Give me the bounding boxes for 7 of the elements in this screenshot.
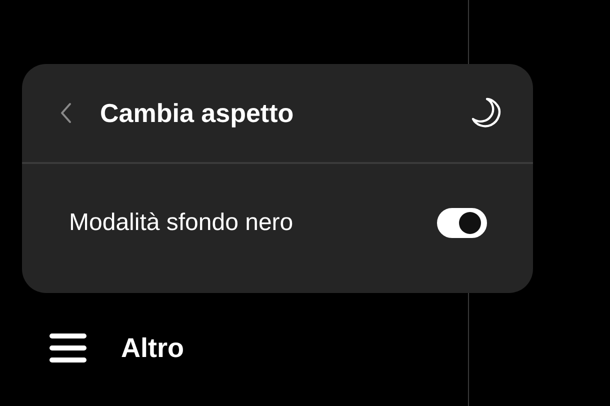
setting-label: Modalità sfondo nero — [69, 208, 294, 236]
moon-icon — [469, 96, 503, 130]
menu-icon[interactable] — [49, 332, 87, 364]
toggle-switch[interactable] — [437, 208, 487, 238]
menu-label[interactable]: Altro — [121, 332, 184, 364]
back-chevron-icon[interactable] — [60, 102, 72, 124]
panel-title: Cambia aspetto — [100, 98, 295, 128]
